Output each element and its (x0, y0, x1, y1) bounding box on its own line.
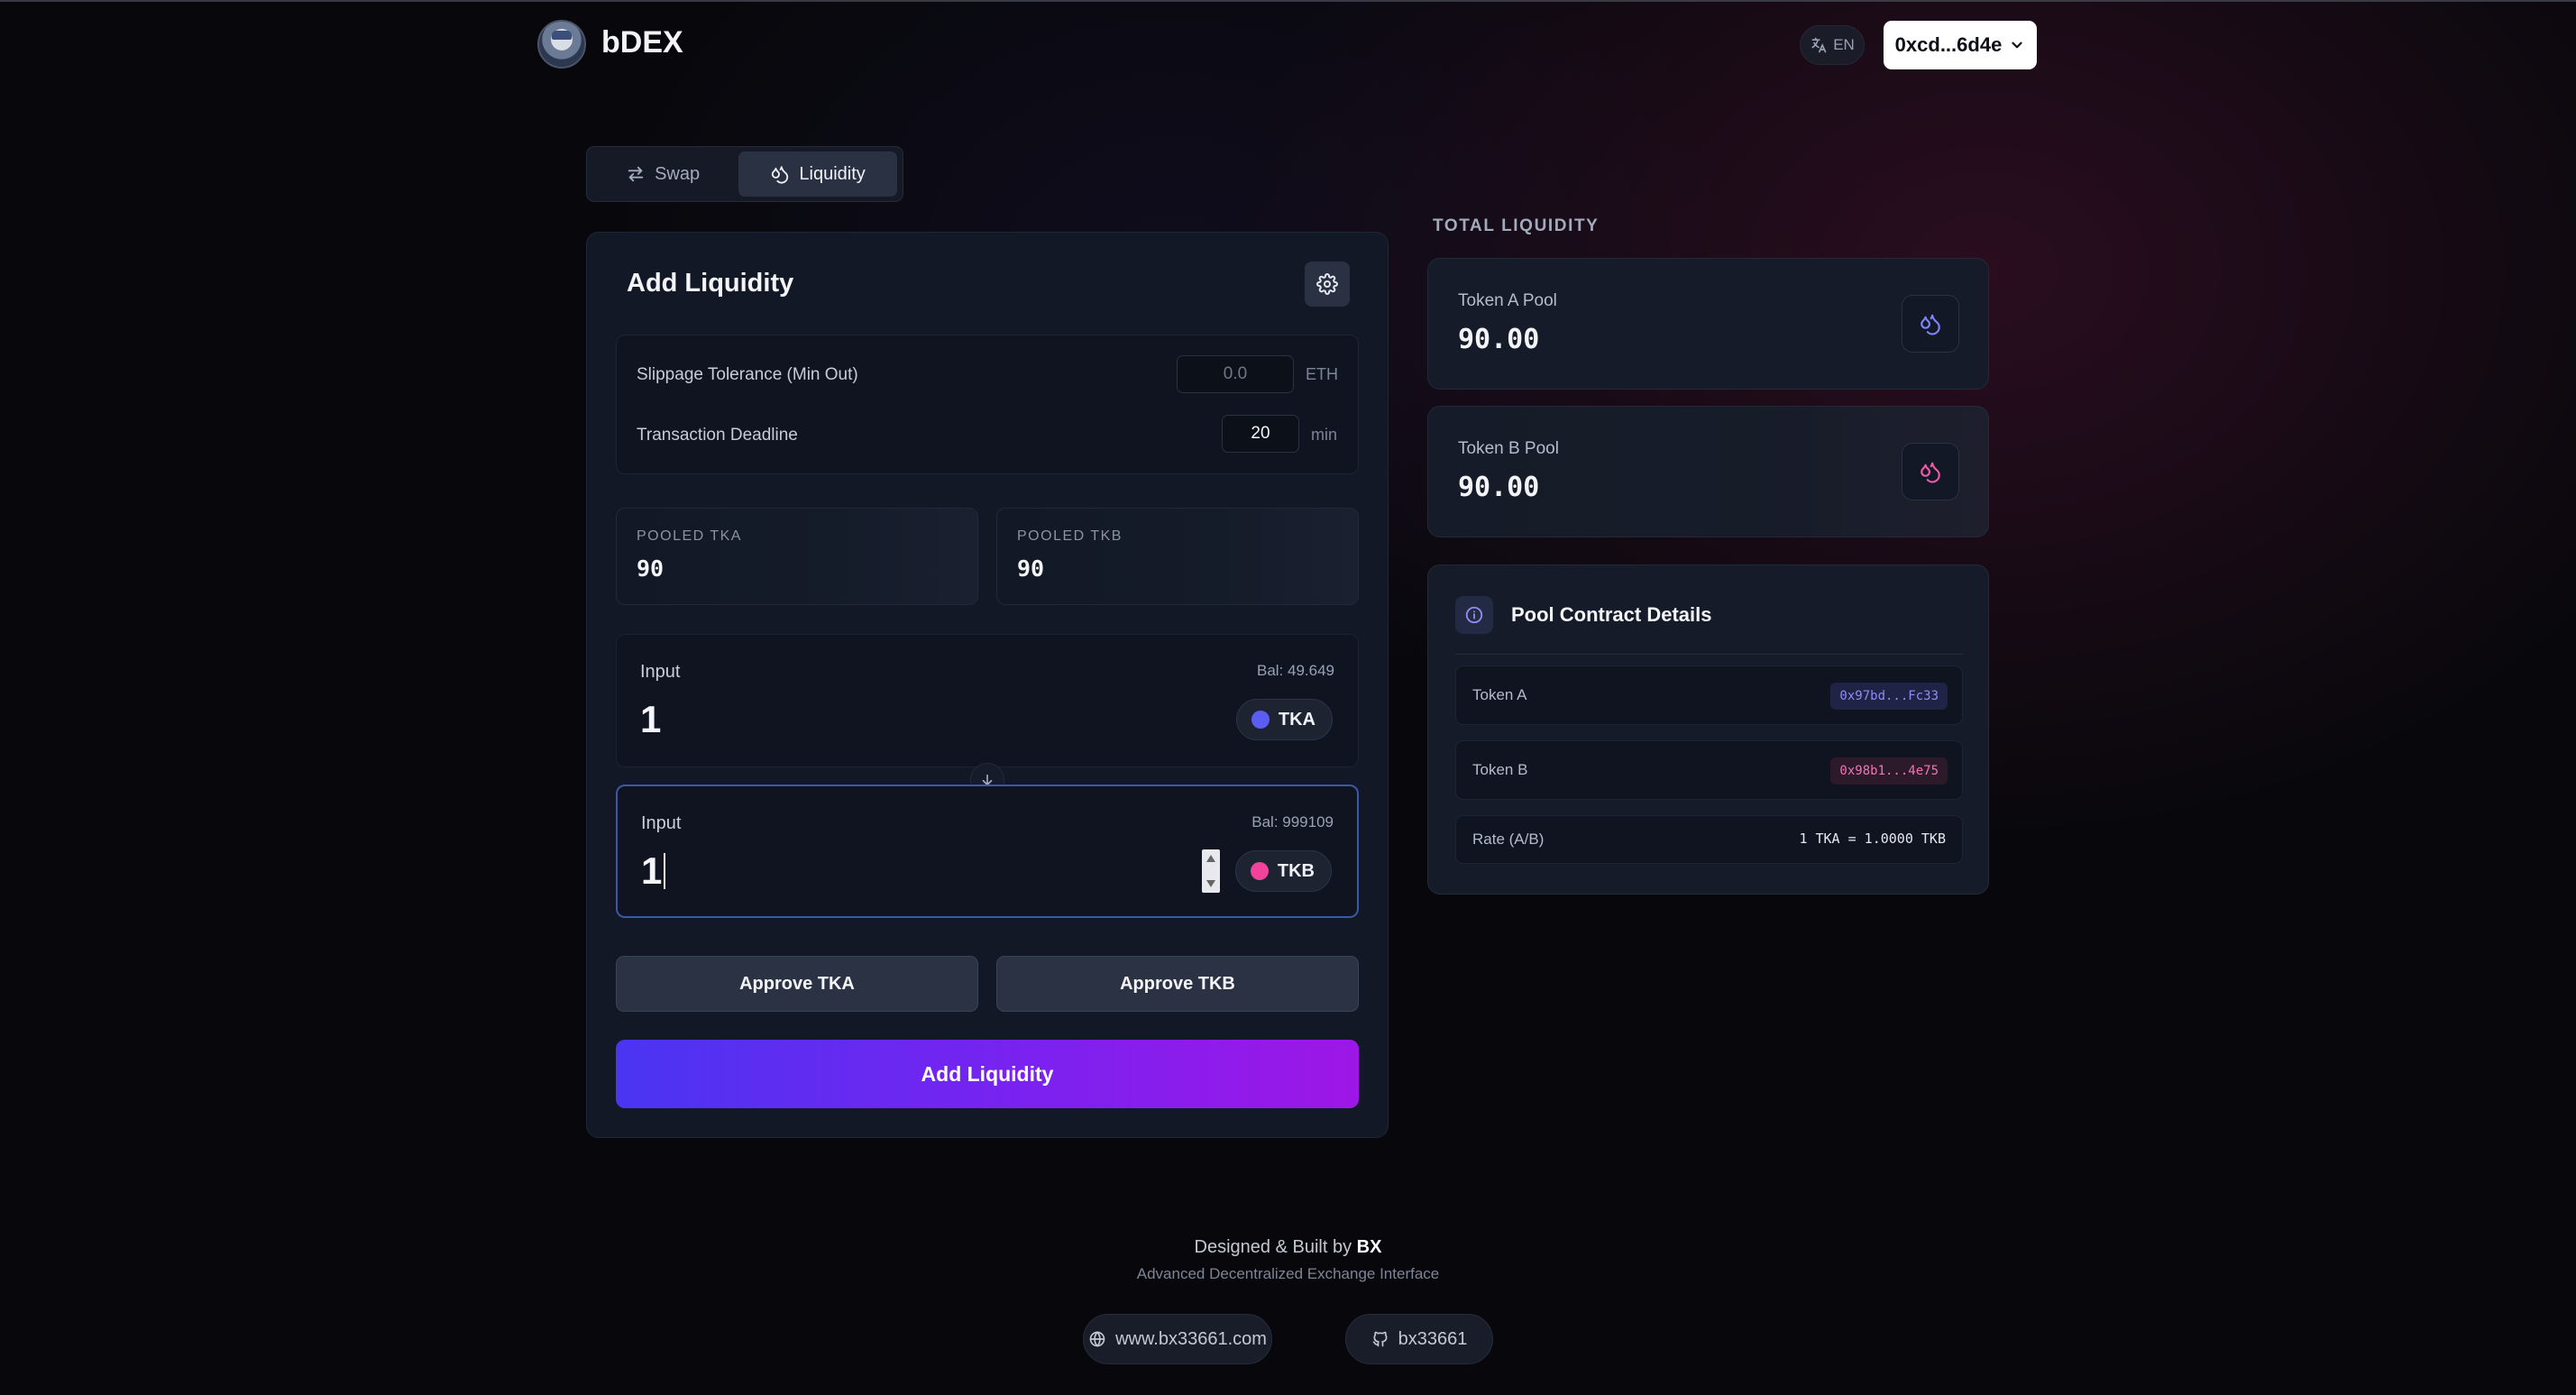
input-b-label: Input (641, 813, 682, 833)
tab-liquidity-label: Liquidity (799, 163, 866, 184)
brand-name[interactable]: bDEX (601, 25, 683, 60)
token-b-dot-icon (1250, 862, 1269, 880)
details-title: Pool Contract Details (1511, 603, 1712, 626)
token-a-pool-icon-box (1902, 295, 1959, 353)
slippage-input[interactable]: 0.0 (1177, 355, 1294, 393)
card-title: Add Liquidity (627, 269, 794, 298)
slippage-unit: ETH (1306, 365, 1338, 383)
input-b-balance: Bal: 999109 (1251, 813, 1334, 831)
chevron-down-icon (2012, 41, 2022, 49)
github-icon (1372, 1331, 1388, 1347)
pool-contract-details: Pool Contract Details Token A 0x97bd...F… (1427, 564, 1989, 895)
github-link[interactable]: bx33661 (1345, 1314, 1493, 1364)
token-b-pool-label: Token B Pool (1458, 439, 1559, 458)
approve-tkb-button[interactable]: Approve TKB (996, 956, 1359, 1012)
token-a-pool-value: 90.00 (1458, 324, 1540, 355)
token-a-pool-card: Token A Pool 90.00 (1427, 258, 1989, 390)
input-a-balance: Bal: 49.649 (1256, 662, 1334, 679)
detail-row-rate: Rate (A/B) 1 TKA = 1.0000 TKB (1455, 815, 1963, 864)
globe-icon (1089, 1331, 1105, 1347)
droplet-icon (772, 166, 789, 184)
input-b-amount-text: 1 (641, 849, 663, 892)
details-divider (1455, 654, 1963, 655)
detail-rate-label: Rate (A/B) (1472, 831, 1545, 848)
token-b-pool-card: Token B Pool 90.00 (1427, 406, 1989, 537)
pooled-tka-label: POOLED TKA (637, 528, 742, 544)
settings-button[interactable] (1305, 262, 1350, 307)
total-liquidity-caption: TOTAL LIQUIDITY (1433, 216, 1600, 235)
input-a-label: Input (640, 662, 681, 682)
detail-token-b-label: Token B (1472, 761, 1528, 778)
deadline-label: Transaction Deadline (637, 426, 798, 445)
info-icon-box (1455, 596, 1493, 634)
github-label: bx33661 (1398, 1328, 1468, 1349)
number-spinner[interactable] (1202, 849, 1220, 893)
token-a-selector[interactable]: TKA (1235, 699, 1333, 740)
token-b-selector[interactable]: TKB (1234, 850, 1332, 892)
droplet-icon (1921, 314, 1940, 335)
footer-credit-prefix: Designed & Built by (1194, 1237, 1352, 1257)
pooled-tka-box: POOLED TKA 90 (616, 508, 978, 605)
wallet-button[interactable]: 0xcd...6d4e (1884, 21, 2037, 69)
settings-panel: Slippage Tolerance (Min Out) 0.0 ETH Tra… (616, 335, 1359, 474)
pooled-tkb-box: POOLED TKB 90 (996, 508, 1359, 605)
input-b-amount[interactable]: 1 (641, 849, 666, 893)
input-token-b[interactable]: Input Bal: 999109 1 TKB (616, 785, 1359, 918)
input-a-amount[interactable]: 1 (640, 698, 661, 741)
top-border (0, 0, 2576, 2)
token-b-pool-value: 90.00 (1458, 472, 1540, 503)
droplet-icon (1921, 462, 1940, 483)
approve-tka-button[interactable]: Approve TKA (616, 956, 978, 1012)
rate-value: 1 TKA = 1.0000 TKB (1799, 831, 1946, 847)
pooled-tkb-value: 90 (1017, 555, 1045, 582)
avatar-logo[interactable] (537, 20, 586, 69)
text-caret (664, 853, 666, 889)
info-icon (1465, 606, 1483, 624)
website-label: www.bx33661.com (1115, 1328, 1267, 1349)
add-liquidity-card: Add Liquidity Slippage Tolerance (Min Ou… (586, 232, 1389, 1138)
swap-arrows-icon (628, 166, 644, 182)
token-a-pool-label: Token A Pool (1458, 291, 1557, 310)
token-a-symbol: TKA (1278, 709, 1316, 730)
token-b-address[interactable]: 0x98b1...4e75 (1830, 757, 1948, 785)
token-b-pool-icon-box (1902, 443, 1959, 500)
footer-tagline: Advanced Decentralized Exchange Interfac… (1136, 1265, 1440, 1282)
tab-swap-label: Swap (655, 163, 701, 184)
pooled-tkb-label: POOLED TKB (1017, 528, 1123, 544)
input-token-a[interactable]: Input Bal: 49.649 1 TKA (616, 634, 1359, 767)
translate-icon (1811, 37, 1827, 53)
deadline-input[interactable]: 20 (1222, 415, 1299, 453)
detail-token-a-label: Token A (1472, 686, 1527, 703)
gear-icon (1316, 273, 1338, 295)
footer-credit: Designed & Built by BX (0, 1237, 2576, 1258)
tab-liquidity[interactable]: Liquidity (738, 151, 897, 197)
pooled-tka-value: 90 (637, 555, 665, 582)
detail-row-token-b: Token B 0x98b1...4e75 (1455, 740, 1963, 800)
wallet-address: 0xcd...6d4e (1894, 33, 2003, 56)
add-liquidity-button[interactable]: Add Liquidity (616, 1040, 1359, 1108)
slippage-label: Slippage Tolerance (Min Out) (637, 365, 858, 384)
language-button[interactable]: EN (1800, 25, 1865, 65)
token-a-address[interactable]: 0x97bd...Fc33 (1830, 683, 1948, 710)
token-a-dot-icon (1251, 711, 1270, 729)
language-label: EN (1833, 36, 1855, 53)
detail-row-token-a: Token A 0x97bd...Fc33 (1455, 665, 1963, 725)
mode-tabs: Swap Liquidity (586, 146, 903, 202)
tab-swap[interactable]: Swap (592, 151, 733, 197)
deadline-unit: min (1311, 426, 1338, 444)
footer-credit-name: BX (1356, 1237, 1382, 1257)
website-link[interactable]: www.bx33661.com (1083, 1314, 1272, 1364)
token-b-symbol: TKB (1277, 860, 1315, 881)
